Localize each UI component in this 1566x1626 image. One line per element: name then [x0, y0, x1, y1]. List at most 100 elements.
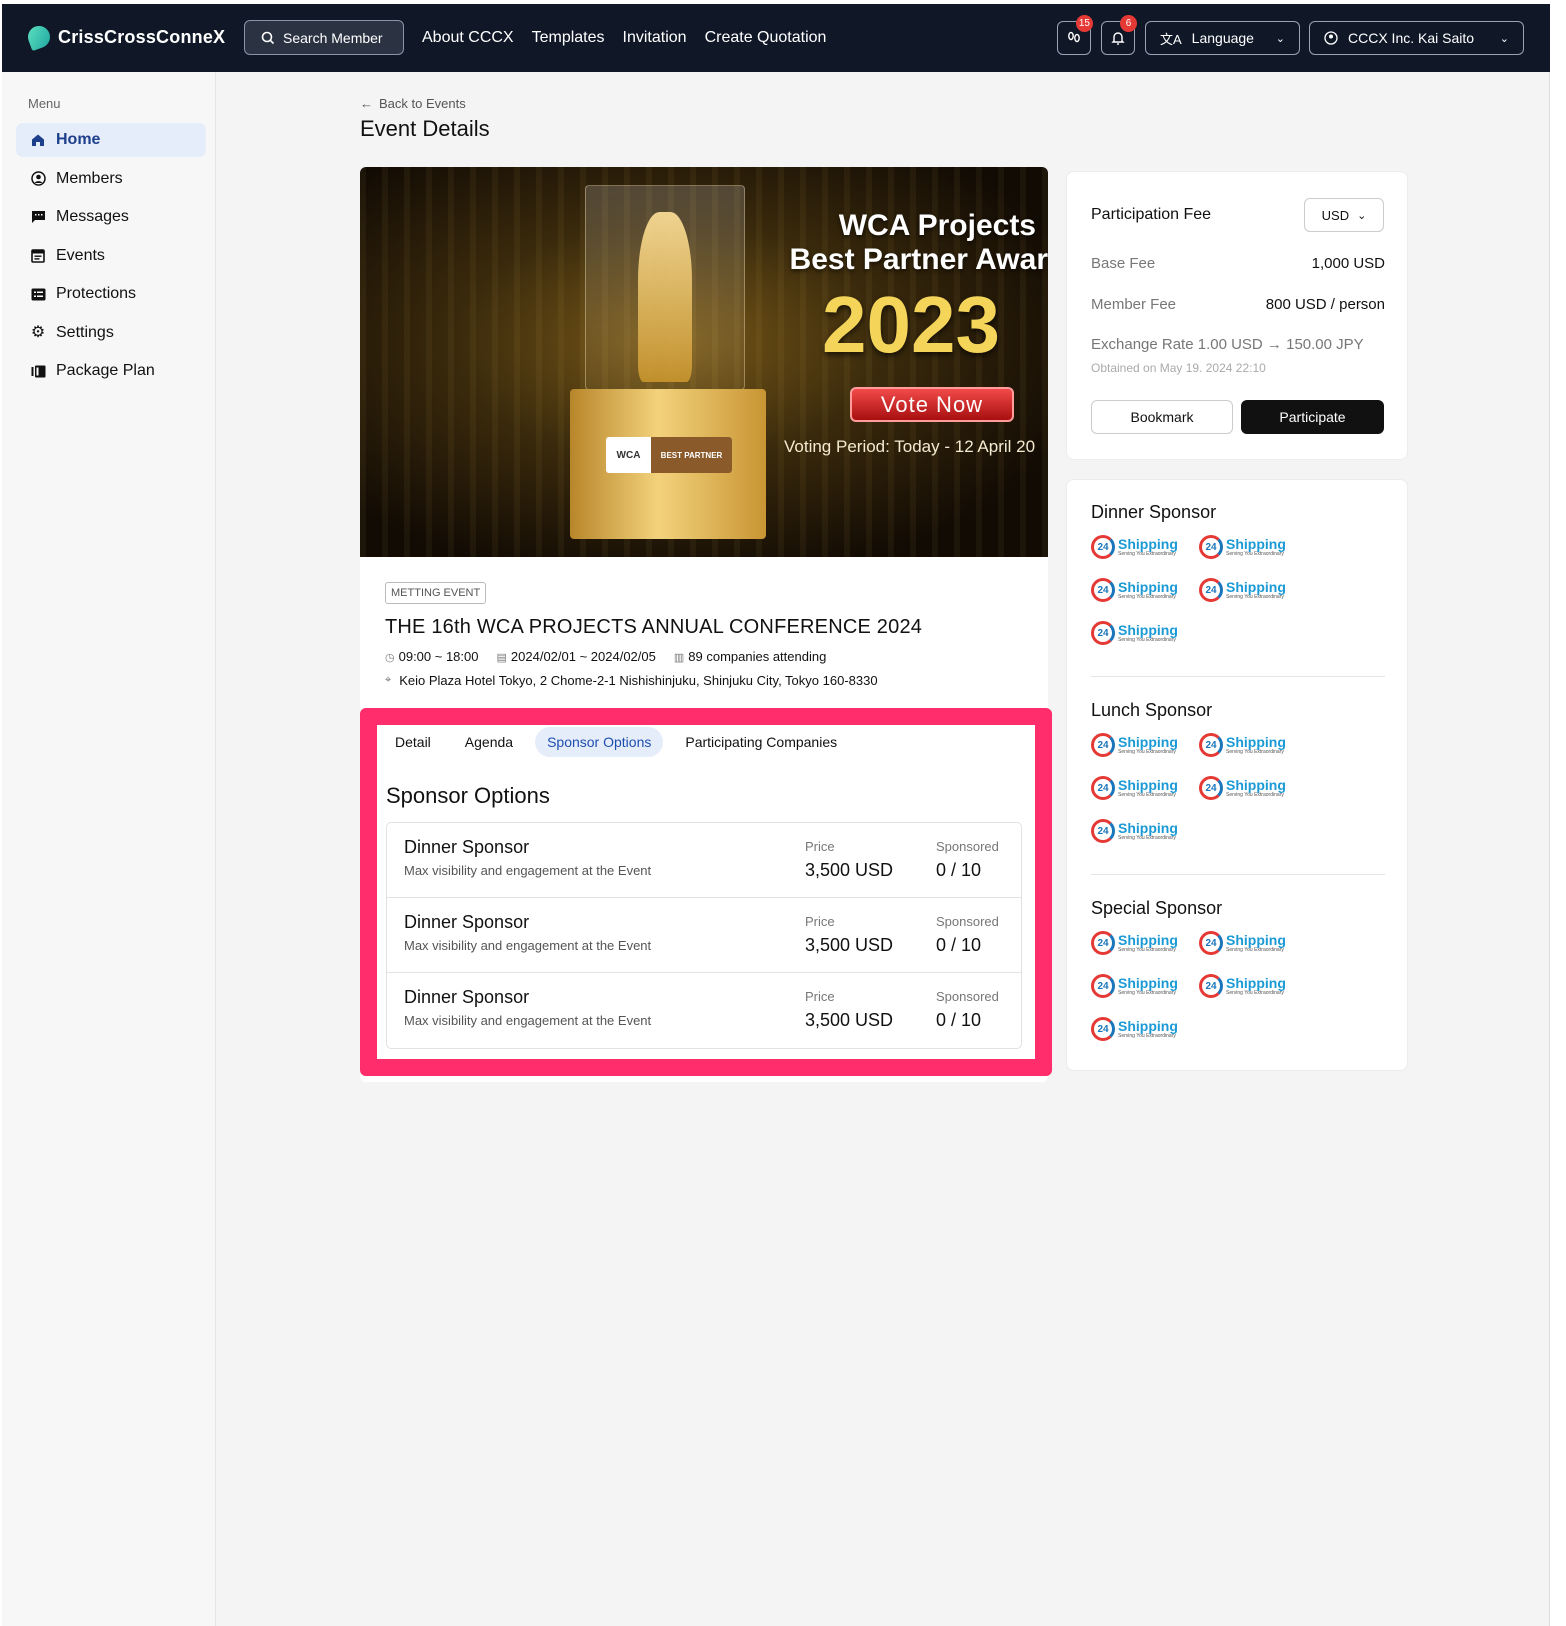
sidebar-item-settings[interactable]: ⚙ Settings [16, 316, 206, 350]
shield-list-icon [30, 286, 46, 302]
sponsor-logo-tagline: Serving You Extraordinary [1118, 989, 1176, 996]
plaque-logo: WCA [616, 449, 641, 461]
price-label: Price [805, 989, 835, 1004]
member-fee-label: Member Fee [1091, 296, 1177, 313]
sponsor-logo-tagline: Serving You Extraordinary [1226, 946, 1284, 953]
sponsor-option-price: 3,500 USD [805, 1010, 894, 1030]
shipping-logo-icon: 24 [1091, 578, 1115, 602]
sponsor-logo[interactable]: 24 Shipping Serving You Extraordinary [1199, 575, 1291, 605]
user-circle-icon [30, 171, 46, 187]
sidebar-item-label: Messages [56, 208, 129, 225]
participation-fee-card: Participation Fee USD ⌄ Base Fee 1,000 U… [1066, 171, 1408, 460]
sponsor-logo[interactable]: 24 Shipping Serving You Extraordinary [1091, 971, 1183, 1001]
shipping-logo-icon: 24 [1091, 535, 1115, 559]
brand-logo[interactable]: CrissCrossConneX [24, 22, 225, 52]
sponsor-options-panel: Detail Agenda Sponsor Options Participat… [360, 708, 1052, 1076]
nav-templates[interactable]: Templates [532, 29, 605, 47]
notifications-button[interactable]: 6 [1101, 15, 1137, 55]
back-to-events-link[interactable]: ← Back to Events [360, 96, 466, 111]
nav-about[interactable]: About CCCX [422, 29, 514, 47]
sponsor-logo[interactable]: 24 Shipping Serving You Extraordinary [1091, 928, 1183, 958]
sponsor-option-desc: Max visibility and engagement at the Eve… [404, 938, 652, 953]
event-time: 09:00 ~ 18:00 [398, 649, 479, 664]
language-select[interactable]: 文A Language ⌄ [1145, 21, 1300, 55]
message-icon [30, 209, 46, 225]
sidebar-item-label: Home [56, 131, 101, 148]
sidebar-item-protections[interactable]: Protections [16, 277, 206, 311]
nav-invitation[interactable]: Invitation [623, 29, 687, 47]
base-fee-label: Base Fee [1091, 255, 1156, 272]
sponsor-logo-tagline: Serving You Extraordinary [1118, 834, 1176, 841]
sponsor-option-row[interactable]: Dinner Sponsor Max visibility and engage… [387, 823, 1021, 898]
sponsor-logo-tagline: Serving You Extraordinary [1118, 550, 1176, 557]
sponsor-option-row[interactable]: Dinner Sponsor Max visibility and engage… [387, 898, 1021, 973]
sidebar-item-messages[interactable]: Messages [16, 200, 206, 234]
shipping-logo-icon: 24 [1091, 931, 1115, 955]
sponsor-logo[interactable]: 24 Shipping Serving You Extraordinary [1091, 532, 1183, 562]
tab-participating-companies[interactable]: Participating Companies [673, 727, 849, 757]
sponsor-logo-name: Shipping [1118, 776, 1178, 793]
account-label: CCCX Inc. Kai Saito [1348, 30, 1475, 46]
sidebar-item-package-plan[interactable]: Package Plan [16, 354, 206, 388]
sponsor-logo[interactable]: 24 Shipping Serving You Extraordinary [1091, 773, 1183, 803]
member-fee-row: Member Fee 800 USD / person [1091, 296, 1385, 313]
sponsor-option-sponsored: 0 / 10 [936, 935, 982, 955]
sidebar-item-members[interactable]: Members [16, 162, 206, 196]
sidebar-item-home[interactable]: Home [16, 123, 206, 157]
sponsor-logo[interactable]: 24 Shipping Serving You Extraordinary [1199, 773, 1291, 803]
sidebar-item-label: Settings [56, 323, 114, 341]
sponsor-logo-name: Shipping [1118, 974, 1178, 991]
sponsor-section-dinner: Dinner Sponsor 24 Shipping Serving You Ext… [1091, 502, 1385, 648]
back-label: Back to Events [379, 96, 466, 111]
sponsor-logo[interactable]: 24 Shipping Serving You Extraordinary [1091, 816, 1183, 846]
sponsor-logo-name: Shipping [1118, 733, 1178, 750]
shipping-logo-icon: 24 [1091, 776, 1115, 800]
sponsor-logo[interactable]: 24 Shipping Serving You Extraordinary [1199, 730, 1291, 760]
sponsor-logo[interactable]: 24 Shipping Serving You Extraordinary [1091, 1014, 1183, 1044]
sidebar-item-events[interactable]: Events [16, 239, 206, 273]
event-banner-image: WCA BEST PARTNER WCA Projects Best Partn… [360, 167, 1048, 557]
tab-agenda[interactable]: Agenda [453, 727, 525, 757]
shipping-logo-icon: 24 [1199, 974, 1223, 998]
account-menu[interactable]: CCCX Inc. Kai Saito ⌄ [1309, 21, 1524, 55]
sidebar-item-label: Members [56, 169, 123, 187]
event-name: THE 16th WCA PROJECTS ANNUAL CONFERENCE … [385, 616, 923, 638]
sponsor-logo-name: Shipping [1226, 733, 1286, 750]
sponsor-option-row[interactable]: Dinner Sponsor Max visibility and engage… [387, 973, 1021, 1048]
participate-button[interactable]: Participate [1241, 400, 1384, 434]
top-nav-links: About CCCX Templates Invitation Create Q… [422, 4, 826, 72]
sponsor-logo[interactable]: 24 Shipping Serving You Extraordinary [1199, 971, 1291, 1001]
sponsor-logo[interactable]: 24 Shipping Serving You Extraordinary [1199, 532, 1291, 562]
tab-sponsor-options[interactable]: Sponsor Options [535, 727, 664, 757]
sponsor-option-name: Dinner Sponsor [404, 912, 530, 932]
notifications-badge: 6 [1120, 15, 1137, 32]
chevron-down-icon: ⌄ [1357, 209, 1367, 222]
event-dates: 2024/02/01 ~ 2024/02/05 [510, 649, 656, 664]
shipping-logo-icon: 24 [1091, 621, 1115, 645]
sponsor-logo[interactable]: 24 Shipping Serving You Extraordinary [1091, 730, 1183, 760]
search-member-button[interactable]: Search Member [244, 20, 404, 55]
bookmark-button[interactable]: Bookmark [1091, 400, 1233, 434]
calendar-icon: ▤ [496, 652, 507, 664]
exchange-obtained-time: Obtained on May 19. 2024 22:10 [1091, 361, 1266, 375]
price-label: Price [805, 839, 835, 854]
sponsor-logo[interactable]: 24 Shipping Serving You Extraordinary [1091, 575, 1183, 605]
sponsor-logo[interactable]: 24 Shipping Serving You Extraordinary [1199, 928, 1291, 958]
chevron-down-icon: ⌄ [1499, 32, 1509, 45]
footprints-icon [1068, 31, 1080, 43]
nav-create-quotation[interactable]: Create Quotation [705, 29, 827, 47]
base-fee-value: 1,000 USD [1311, 255, 1385, 272]
sponsor-option-name: Dinner Sponsor [404, 837, 530, 857]
currency-select[interactable]: USD ⌄ [1304, 198, 1384, 232]
divider [1091, 676, 1385, 677]
messages-button[interactable]: 15 [1057, 15, 1093, 55]
shipping-logo-icon: 24 [1091, 819, 1115, 843]
sponsor-logo[interactable]: 24 Shipping Serving You Extraordinary [1091, 618, 1183, 648]
shipping-logo-icon: 24 [1199, 733, 1223, 757]
sponsor-logo-tagline: Serving You Extraordinary [1118, 748, 1176, 755]
event-attending: 89 companies attending [688, 649, 827, 664]
sponsor-option-name: Dinner Sponsor [404, 987, 530, 1007]
logo-icon [24, 22, 54, 52]
sponsor-option-price: 3,500 USD [805, 935, 894, 955]
tab-detail[interactable]: Detail [383, 727, 443, 757]
